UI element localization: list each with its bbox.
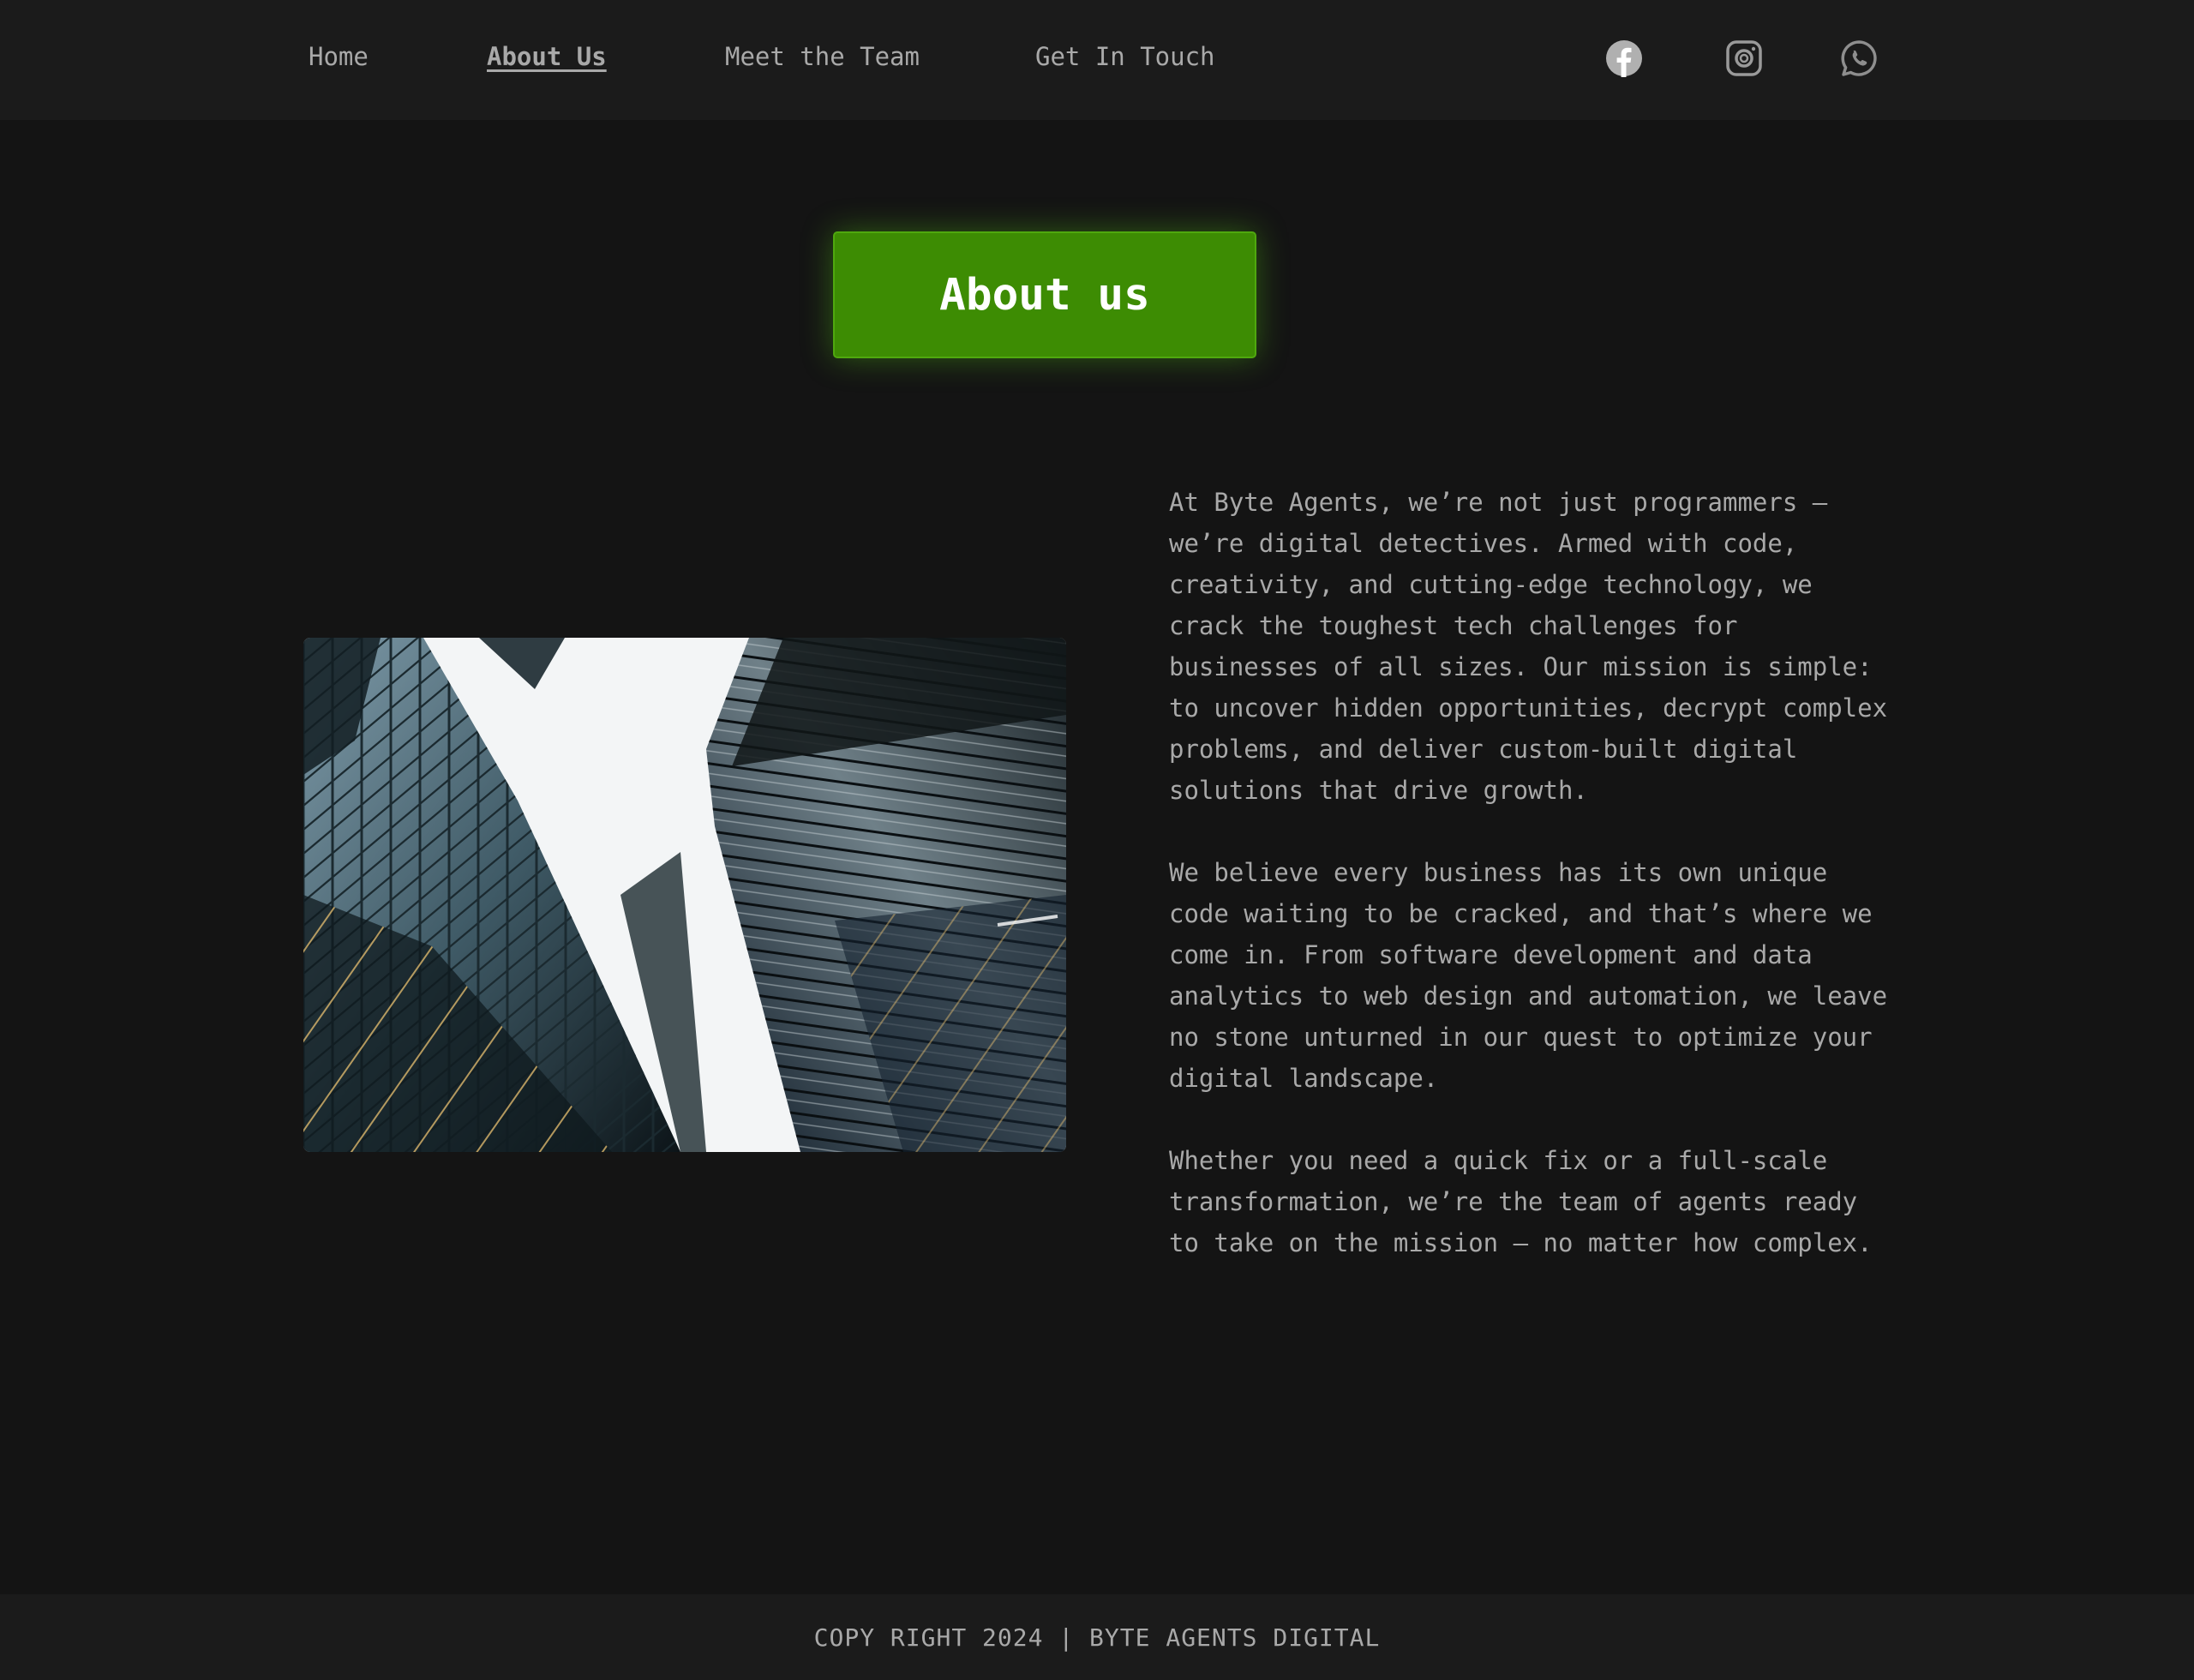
about-description: At Byte Agents, we’re not just programme…	[1169, 482, 1897, 1305]
skyscrapers-image	[303, 638, 1066, 1152]
about-paragraph: Whether you need a quick fix or a full-s…	[1169, 1146, 1873, 1257]
about-paragraph: We believe every business has its own un…	[1169, 858, 1888, 1093]
page-title: About us	[939, 269, 1150, 321]
copyright-text: COPY RIGHT 2024 | BYTE AGENTS DIGITAL	[813, 1623, 1381, 1652]
nav-link-home[interactable]: Home	[309, 41, 369, 72]
top-navigation: Home About Us Meet the Team Get In Touch	[0, 0, 2194, 120]
footer: COPY RIGHT 2024 | BYTE AGENTS DIGITAL	[0, 1594, 2194, 1680]
nav-link-get-in-touch[interactable]: Get In Touch	[1035, 41, 1215, 72]
nav-link-about-us[interactable]: About Us	[487, 41, 607, 72]
about-paragraph: At Byte Agents, we’re not just programme…	[1169, 488, 1888, 805]
facebook-icon[interactable]	[1605, 39, 1643, 77]
instagram-icon[interactable]	[1725, 39, 1763, 77]
whatsapp-icon[interactable]	[1840, 39, 1878, 77]
nav-link-meet-the-team[interactable]: Meet the Team	[725, 41, 920, 72]
about-us-title-banner: About us	[833, 231, 1256, 358]
